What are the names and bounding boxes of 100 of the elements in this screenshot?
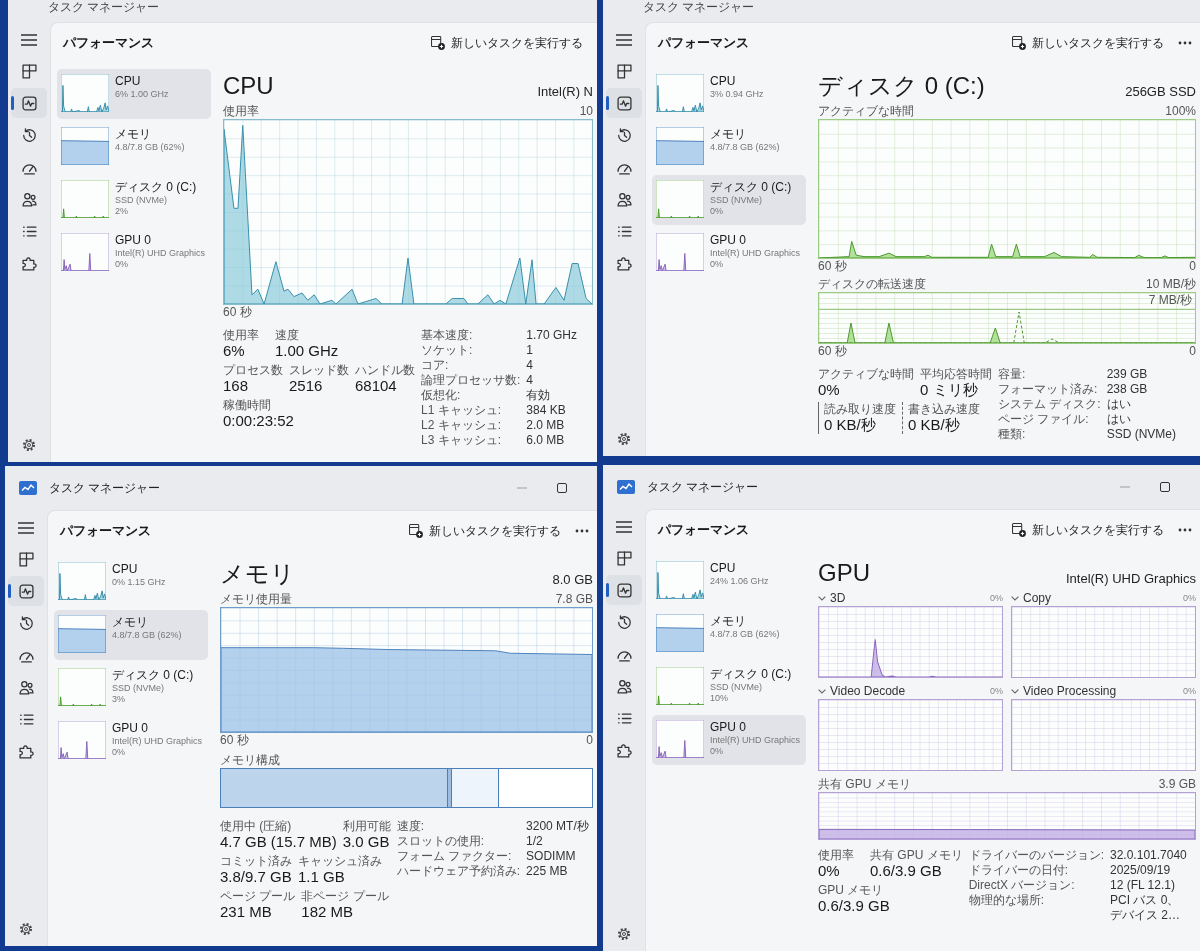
run-task-button[interactable]: 新しいタスクを実行する [1006, 517, 1170, 543]
engine-value: 0% [1183, 685, 1196, 698]
device-title: ディスク 0 (C:) [818, 71, 985, 100]
engine-value: 0% [990, 685, 1003, 698]
device-title: メモリ [220, 559, 295, 588]
more-icon[interactable] [1178, 528, 1192, 532]
menu-icon[interactable] [616, 521, 632, 533]
device-item[interactable]: ディスク 0 (C:) SSD (NVMe) 3% [54, 663, 208, 713]
device-item[interactable]: CPU 3% 0.94 GHz [652, 69, 806, 119]
graph-label: メモリ構成 [220, 753, 280, 768]
more-icon[interactable] [1178, 41, 1192, 45]
device-item[interactable]: メモリ 4.8/7.8 GB (62%) [57, 122, 211, 172]
time-span-label: 60 秒 [818, 344, 847, 359]
nav-button[interactable] [606, 575, 642, 605]
spec-label: L2 キャッシュ: [421, 418, 502, 433]
device-model: Intel(R) N [537, 84, 593, 100]
graph-label: アクティブな時間 [818, 104, 914, 119]
scale-mark-label: 7 MB/秒 [1148, 293, 1192, 308]
users-icon [616, 191, 632, 207]
device-model: 8.0 GB [552, 572, 593, 588]
chevron-icon[interactable] [1011, 596, 1019, 601]
stat-label: 書き込み速度 [908, 402, 980, 416]
settings-icon[interactable] [19, 922, 33, 936]
pulse-icon [21, 95, 37, 111]
spec-value: 3200 MT/秒 [526, 819, 590, 834]
spec-label: 容量: [998, 367, 1027, 382]
cpu-sparkline [58, 562, 106, 600]
stat-label: 速度 [275, 328, 300, 342]
grid-icon [616, 63, 632, 79]
engine-value: 0% [990, 592, 1003, 605]
nav-button[interactable] [8, 576, 44, 606]
maximize-icon[interactable] [1160, 482, 1170, 492]
device-item[interactable]: メモリ 4.8/7.8 GB (62%) [652, 609, 806, 659]
memory-sparkline [656, 127, 704, 165]
maximize-icon[interactable] [557, 483, 567, 493]
stat-label: GPU メモリ [818, 883, 885, 897]
spec-label: 基本速度: [421, 328, 474, 343]
grid-icon [616, 550, 632, 566]
spec-value: はい [1106, 397, 1132, 412]
users-icon [21, 191, 37, 207]
device-item[interactable]: ディスク 0 (C:) SSD (NVMe) 10% [652, 662, 806, 712]
nav-button[interactable] [606, 88, 642, 118]
spec-value: 238 GB [1106, 382, 1149, 397]
new-task-icon [409, 524, 423, 538]
stat-value: 1.00 GHz [275, 342, 339, 360]
spec-label: コア: [421, 358, 450, 373]
spec-label: 速度: [396, 819, 426, 834]
spec-value: 1 [526, 343, 535, 358]
device-item[interactable]: CPU 24% 1.06 GHz [652, 556, 806, 606]
device-item[interactable]: ディスク 0 (C:) SSD (NVMe) 0% [652, 175, 806, 225]
chevron-icon[interactable] [1011, 689, 1019, 694]
device-item[interactable]: CPU 6% 1.00 GHz [57, 69, 211, 119]
memory-sparkline [61, 127, 109, 165]
stat-value: 0.6/3.9 GB [818, 897, 890, 915]
run-task-button[interactable]: 新しいタスクを実行する [403, 518, 567, 544]
spec-value: SSD (NVMe) [1106, 427, 1177, 442]
stat-value: 0:00:23:52 [223, 412, 294, 430]
grid-icon [18, 551, 34, 567]
spec-value: 1/2 [526, 834, 544, 849]
scale-max-label: 7.8 GB [555, 592, 593, 607]
chevron-icon[interactable] [818, 689, 826, 694]
disk-sparkline [61, 180, 109, 218]
spec-label: 仮想化: [421, 388, 462, 403]
device-item[interactable]: GPU 0 Intel(R) UHD Graphics 0% [57, 228, 211, 278]
memory-sparkline [58, 615, 106, 653]
pulse-icon [616, 582, 632, 598]
more-icon[interactable] [575, 529, 589, 533]
menu-icon[interactable] [21, 34, 37, 46]
menu-icon[interactable] [18, 522, 34, 534]
settings-icon[interactable] [617, 927, 631, 941]
device-model: 256GB SSD [1125, 84, 1196, 100]
spec-value: 4 [526, 358, 535, 373]
menu-icon[interactable] [616, 34, 632, 46]
device-item[interactable]: ディスク 0 (C:) SSD (NVMe) 2% [57, 175, 211, 225]
run-task-button[interactable]: 新しいタスクを実行する [1006, 30, 1170, 56]
graph-label: ディスクの転送速度 [818, 277, 926, 292]
window-title: タスク マネージャー [48, 0, 160, 15]
page-title: パフォーマンス [658, 521, 750, 539]
settings-icon[interactable] [617, 432, 631, 446]
device-item[interactable]: CPU 0% 1.15 GHz [54, 557, 208, 607]
scale-max-label: 100% [1165, 104, 1196, 119]
spec-label: ページ ファイル: [998, 412, 1090, 427]
puzzle-icon [616, 742, 632, 758]
device-item[interactable]: メモリ 4.8/7.8 GB (62%) [54, 610, 208, 660]
page-title: パフォーマンス [658, 34, 750, 52]
stat-label: 平均応答時間 [920, 367, 992, 381]
stat-value: 231 MB [220, 903, 273, 921]
chevron-icon[interactable] [818, 596, 826, 601]
device-item[interactable]: GPU 0 Intel(R) UHD Graphics 0% [54, 716, 208, 766]
time-end-label: 0 [1189, 259, 1196, 274]
settings-icon[interactable] [22, 438, 36, 452]
window-title: タスク マネージャー [647, 478, 759, 496]
run-task-button[interactable]: 新しいタスクを実行する [425, 30, 589, 56]
spec-label: ドライバーの日付: [968, 863, 1069, 878]
device-item[interactable]: GPU 0 Intel(R) UHD Graphics 0% [652, 228, 806, 278]
device-item[interactable]: GPU 0 Intel(R) UHD Graphics 0% [652, 715, 806, 765]
device-item[interactable]: メモリ 4.8/7.8 GB (62%) [652, 122, 806, 172]
engine-name: Video Processing [1023, 684, 1117, 699]
nav-button[interactable] [11, 88, 47, 118]
pulse-icon [18, 583, 34, 599]
